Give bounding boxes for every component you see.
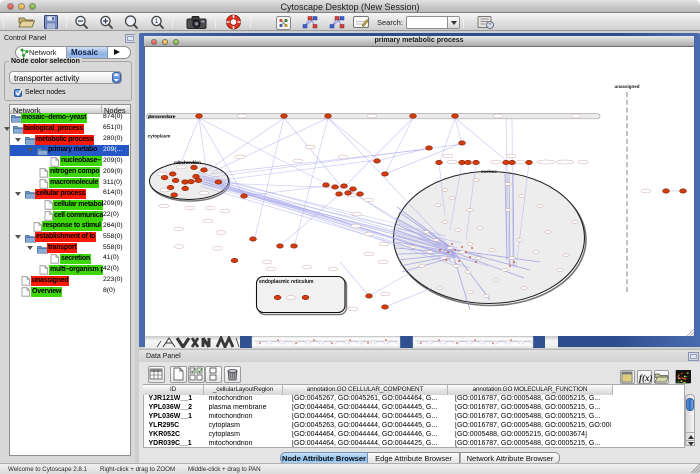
svg-text:unassigned: unassigned — [614, 84, 639, 89]
svg-text:plasma membrane: plasma membrane — [148, 114, 176, 119]
svg-text:endoplasmic reticulum: endoplasmic reticulum — [259, 279, 314, 285]
svg-text:f(x): f(x) — [639, 373, 652, 383]
svg-text:cytoplasm: cytoplasm — [148, 134, 171, 139]
svg-text:nucleus: nucleus — [481, 169, 497, 174]
